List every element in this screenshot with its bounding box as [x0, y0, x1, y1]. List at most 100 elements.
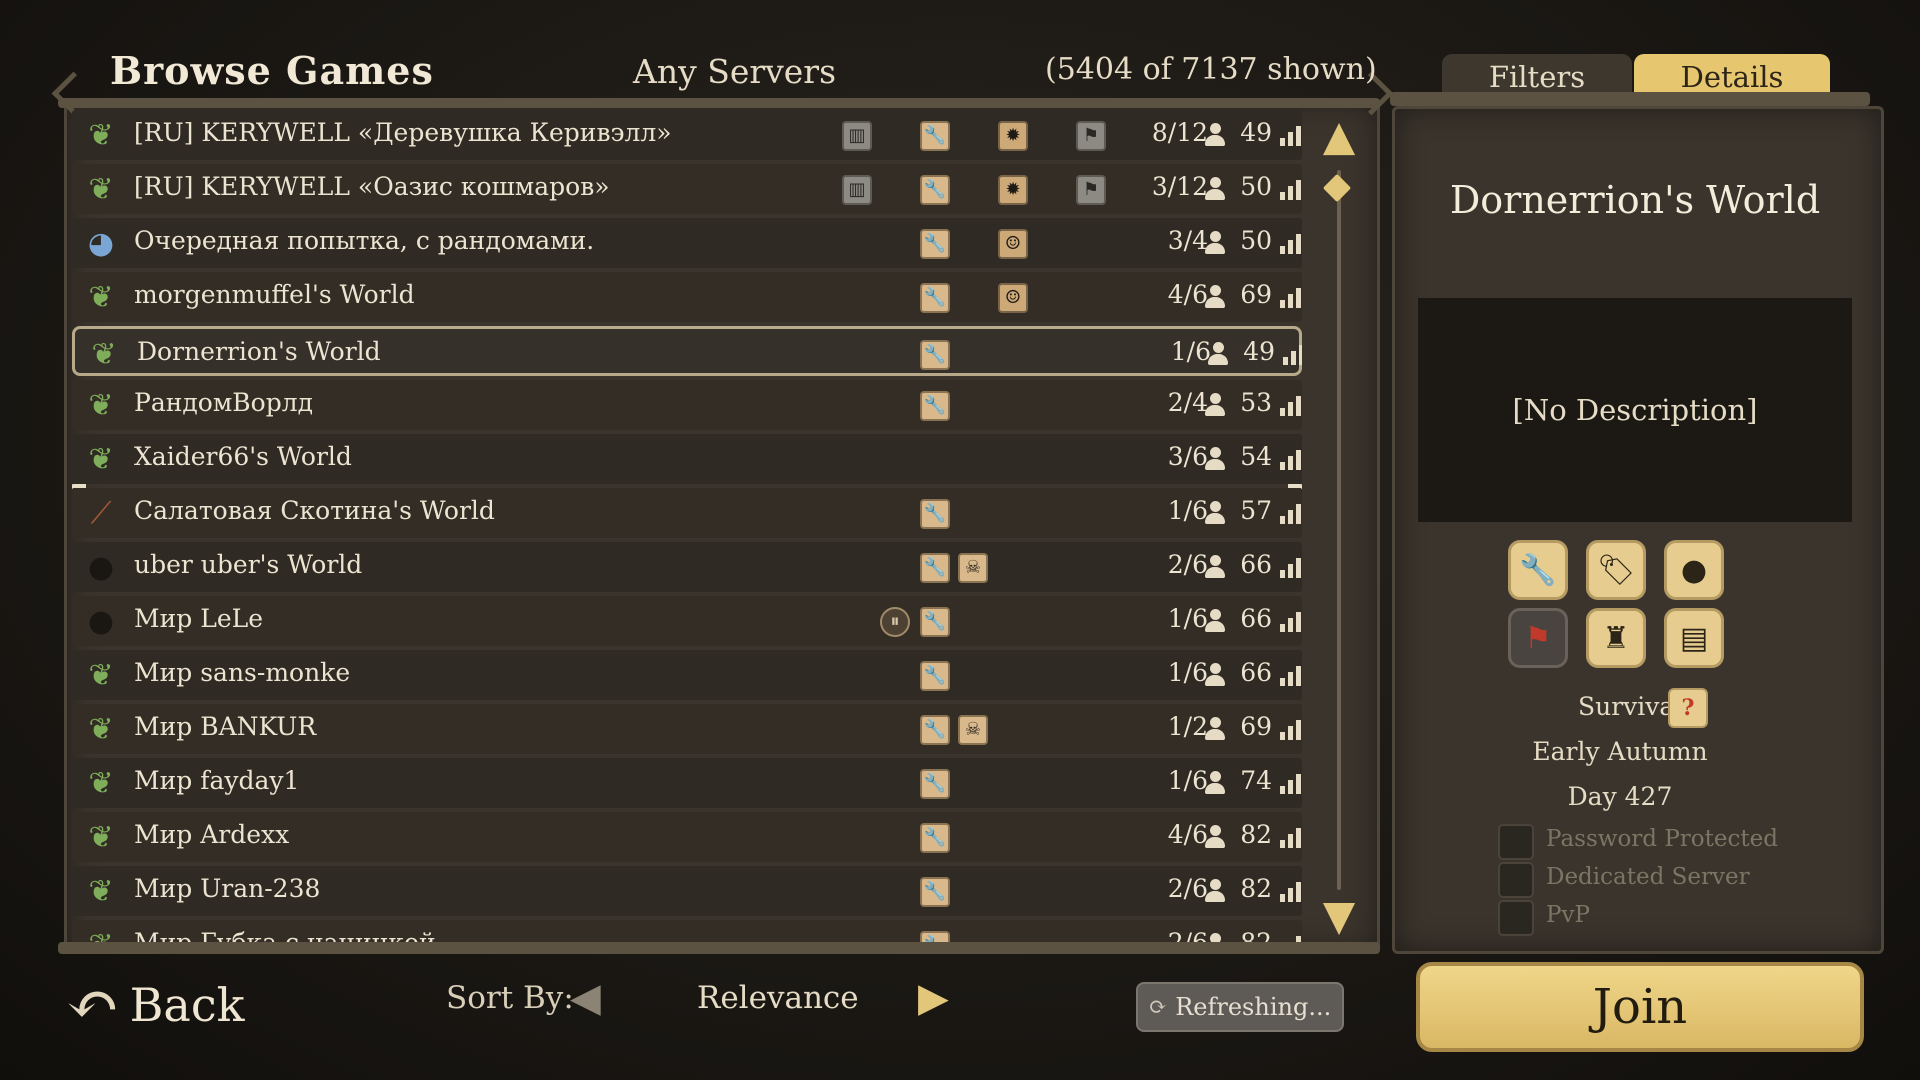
person-icon: [1202, 392, 1228, 418]
player-count: 2/6: [1167, 874, 1208, 903]
signal-bars-icon: [1280, 232, 1302, 254]
character-portrait-icon: ☺: [998, 229, 1028, 259]
ping-value: 50: [1240, 226, 1272, 255]
server-filter-label: Any Servers: [633, 52, 837, 91]
signal-bars-icon: [1280, 826, 1302, 848]
server-row[interactable]: ❦ Мир fayday1 🔧 1/6 74: [72, 758, 1302, 808]
person-icon: [1202, 554, 1228, 580]
ping-value: 53: [1240, 388, 1272, 417]
server-rack-icon: ▤: [1664, 608, 1724, 668]
server-row[interactable]: ◕ Очередная попытка, с рандомами. 🔧 ☺ 3/…: [72, 218, 1302, 268]
ping-value: 82: [1240, 874, 1272, 903]
person-icon: [1202, 878, 1228, 904]
tag-label-icon: 🏷: [1586, 540, 1646, 600]
server-row-selected[interactable]: ❦ Dornerrion's World 🔧 1/6 49: [72, 326, 1302, 376]
server-row[interactable]: ❦ Мир BANKUR 🔧 ☠ 1/2 69: [72, 704, 1302, 754]
plant-character-icon: ❦: [88, 441, 114, 477]
server-name: Мир LeLe: [134, 604, 264, 633]
server-row[interactable]: ❦ [RU] KERYWELL «Деревушка Керивэлл» ▥ 🔧…: [72, 110, 1302, 160]
sort-next-arrow-icon[interactable]: ▶: [918, 975, 949, 1021]
question-help-icon[interactable]: ?: [1668, 688, 1708, 728]
person-icon: [1202, 716, 1228, 742]
server-name: Xaider66's World: [134, 442, 352, 471]
signal-bars-icon: [1280, 502, 1302, 524]
server-row[interactable]: ❦ Мир sans-monke 🔧 1/6 66: [72, 650, 1302, 700]
server-name: Мир sans-monke: [134, 658, 351, 687]
ping-value: 66: [1240, 604, 1272, 633]
scroll-down-arrow-icon[interactable]: ▼: [1317, 891, 1361, 940]
person-icon: [1202, 500, 1228, 526]
server-name: Dornerrion's World: [137, 337, 381, 366]
dedicated-server-icon: ▥: [842, 121, 872, 151]
player-count: 4/6: [1167, 820, 1208, 849]
server-row[interactable]: ❦ Xaider66's World 3/6 54: [72, 434, 1302, 484]
mods-wrench-icon: 🔧: [920, 715, 950, 745]
plant-character-icon: ❦: [88, 279, 114, 315]
balloon-character-icon: ◕: [87, 225, 115, 261]
password-protected-checkbox: [1498, 824, 1534, 860]
ping-value: 69: [1240, 280, 1272, 309]
ping-value: 66: [1240, 658, 1272, 687]
server-row[interactable]: ● uber uber's World 🔧 ☠ 2/6 66: [72, 542, 1302, 592]
plant-character-icon: ❦: [88, 711, 114, 747]
description-text: [No Description]: [1512, 393, 1758, 427]
signal-bars-icon: [1280, 718, 1302, 740]
player-count: 4/6: [1167, 280, 1208, 309]
server-name: [RU] KERYWELL «Деревушка Керивэлл»: [134, 118, 672, 147]
page-title: Browse Games: [110, 48, 434, 93]
mods-wrench-icon: 🔧: [920, 391, 950, 421]
server-name: Мир fayday1: [134, 766, 300, 795]
server-row[interactable]: ❦ Мир Uran-238 🔧 2/6 82: [72, 866, 1302, 916]
server-name: Мир Uran-238: [134, 874, 321, 903]
signal-bars-icon: [1280, 286, 1302, 308]
spider-icon: ✹: [998, 121, 1028, 151]
sort-prev-arrow-icon[interactable]: ◀: [570, 975, 601, 1021]
server-row[interactable]: ❦ РандомВорлд 🔧 2/4 53: [72, 380, 1302, 430]
ping-value: 82: [1240, 820, 1272, 849]
signal-bars-icon: [1280, 448, 1302, 470]
plant-character-icon: ❦: [88, 819, 114, 855]
header-divider: [58, 98, 1380, 108]
player-count: 2/6: [1167, 550, 1208, 579]
server-row[interactable]: ❦ [RU] KERYWELL «Оазис кошмаров» ▥ 🔧 ✹ ⚑…: [72, 164, 1302, 214]
mods-wrench-icon: 🔧: [920, 607, 950, 637]
dedicated-server-icon: ▥: [842, 175, 872, 205]
server-row-hovered[interactable]: ⟋ Салатовая Скотина's World 🔧 1/6 57: [72, 484, 1302, 550]
refresh-button[interactable]: ⟳ Refreshing...: [1136, 982, 1344, 1032]
server-name: Мир BANKUR: [134, 712, 317, 741]
ping-value: 54: [1240, 442, 1272, 471]
server-row[interactable]: ❦ Мир Ardexx 🔧 4/6 82: [72, 812, 1302, 862]
dedicated-server-checkbox: [1498, 862, 1534, 898]
banner-flag-icon: ⚑: [1076, 175, 1106, 205]
server-row[interactable]: ● Мир LeLe ⏸ 🔧 1/6 66: [72, 596, 1302, 646]
server-name: Салатовая Скотина's World: [134, 496, 495, 525]
season-label: Early Autumn: [1532, 737, 1708, 766]
player-count: 1/2: [1167, 712, 1208, 741]
server-count: (5404 of 7137 shown): [1045, 52, 1377, 87]
join-button[interactable]: Join: [1416, 962, 1864, 1052]
person-icon: [1202, 230, 1228, 256]
mods-wrench-icon: 🔧: [1508, 540, 1568, 600]
game-mode: Survival: [1578, 692, 1683, 721]
player-count: 1/6: [1170, 337, 1211, 366]
scrollbar-track[interactable]: [1337, 170, 1341, 890]
person-icon: [1202, 176, 1228, 202]
ping-value: 49: [1240, 118, 1272, 147]
server-row[interactable]: ❦ morgenmuffel's World 🔧 ☺ 4/6 69: [72, 272, 1302, 322]
ping-value: 50: [1240, 172, 1272, 201]
skull-pvp-icon: ☠: [958, 553, 988, 583]
scroll-up-arrow-icon[interactable]: ▲: [1317, 111, 1361, 160]
mods-wrench-icon: 🔧: [920, 175, 950, 205]
back-button[interactable]: ↶ Back: [66, 960, 246, 1050]
player-count: 3/12: [1151, 172, 1208, 201]
banner-flag-icon: ⚑: [1076, 121, 1106, 151]
mods-wrench-icon: 🔧: [920, 823, 950, 853]
mods-wrench-icon: 🔧: [920, 121, 950, 151]
player-count: 1/6: [1167, 604, 1208, 633]
player-count: 1/6: [1167, 496, 1208, 525]
server-name: РандомВорлд: [134, 388, 313, 417]
character-portrait-icon: ☺: [998, 283, 1028, 313]
server-list: ❦ [RU] KERYWELL «Деревушка Керивэлл» ▥ 🔧…: [72, 110, 1302, 945]
player-count: 3/6: [1167, 442, 1208, 471]
tabs-divider: [1390, 92, 1870, 106]
